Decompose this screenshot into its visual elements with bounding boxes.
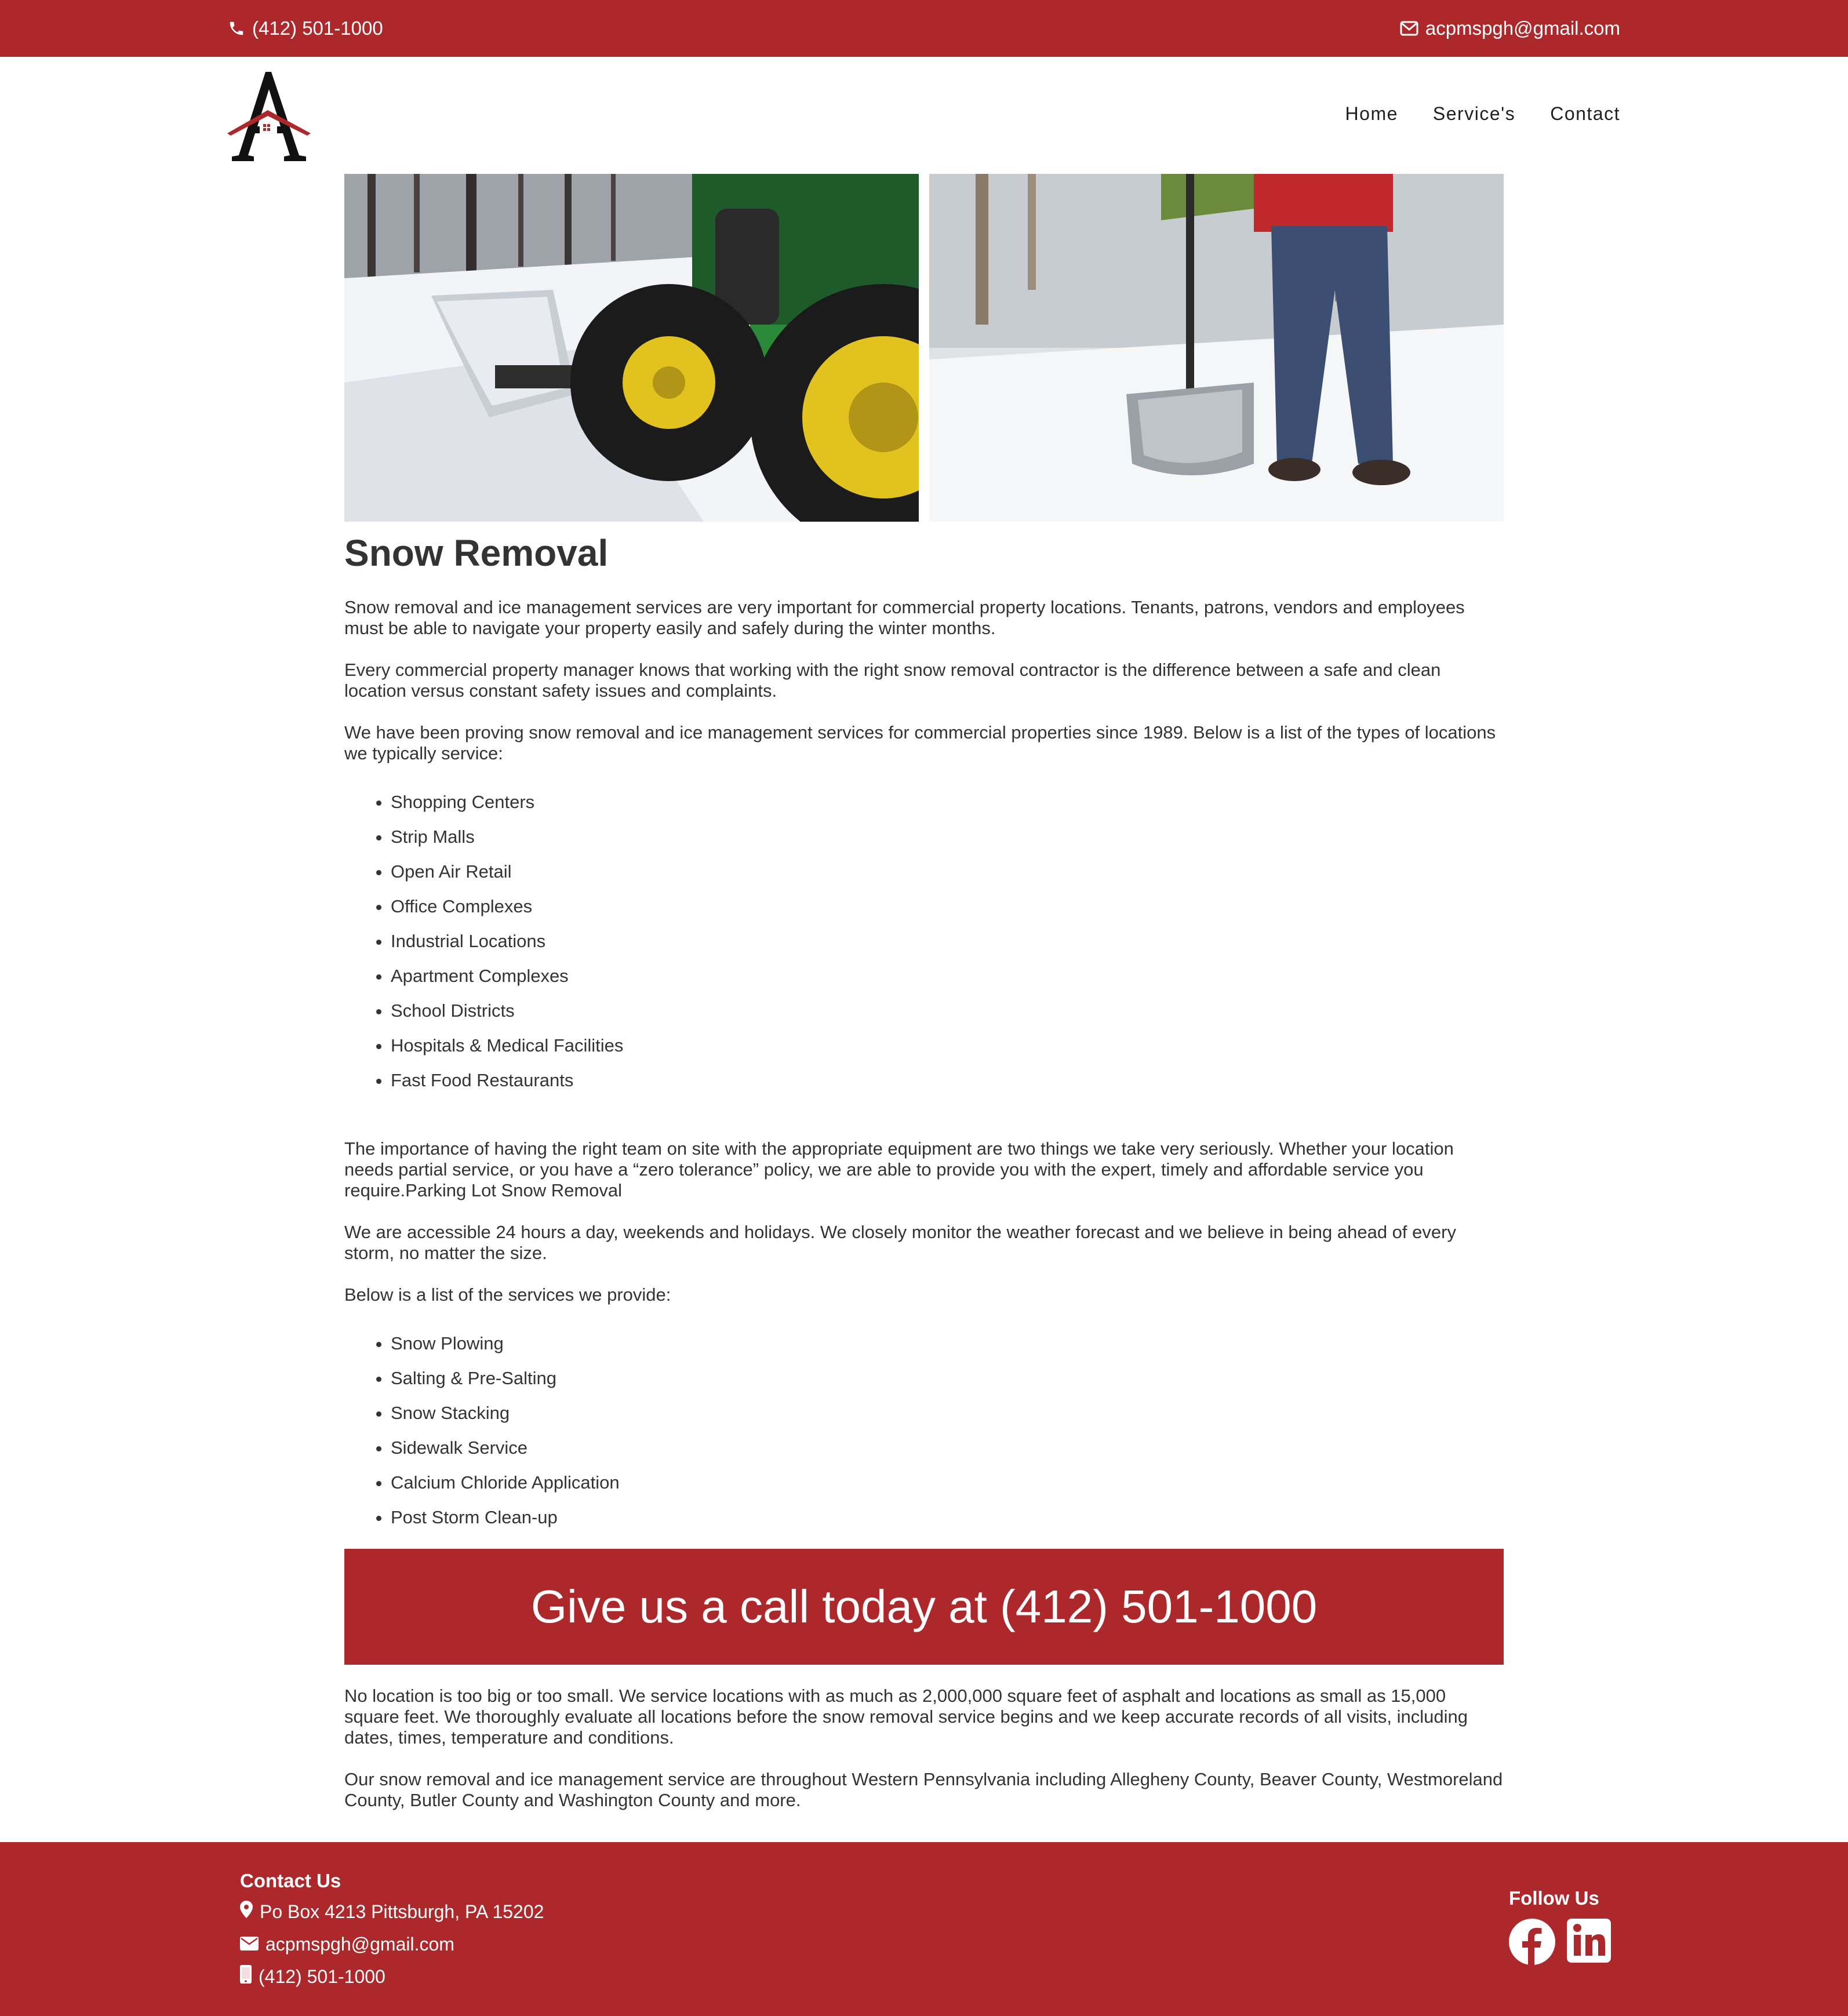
map-pin-icon [240, 1901, 253, 1923]
footer-email-text: acpmspgh@gmail.com [265, 1933, 454, 1955]
follow-us-heading: Follow Us [1509, 1887, 1599, 1909]
cta-text: Give us a call today at (412) 501-1000 [530, 1581, 1318, 1632]
footer-address: Po Box 4213 Pittsburgh, PA 15202 [240, 1900, 544, 1923]
footer-phone-text: (412) 501-1000 [259, 1966, 385, 1987]
list-item: Fast Food Restaurants [391, 1070, 1504, 1091]
list-item: Apartment Complexes [391, 966, 1504, 987]
topbar-phone-text: (412) 501-1000 [252, 17, 383, 39]
topbar-phone[interactable]: (412) 501-1000 [228, 0, 383, 57]
call-to-action-banner[interactable]: Give us a call today at (412) 501-1000 [344, 1549, 1504, 1665]
snow-plow-tractor-image [344, 174, 919, 522]
list-item: Sidewalk Service [391, 1438, 1504, 1458]
list-item: Shopping Centers [391, 792, 1504, 813]
locations-list: Shopping Centers Strip Malls Open Air Re… [344, 792, 1504, 1091]
intro-paragraph-3: We have been proving snow removal and ic… [344, 722, 1496, 763]
end-paragraph-1: No location is too big or too small. We … [344, 1686, 1468, 1748]
middle-paragraph-2: We are accessible 24 hours a day, weeken… [344, 1222, 1456, 1263]
end-paragraph-2: Our snow removal and ice management serv… [344, 1769, 1503, 1810]
letter-a-house-logo[interactable] [227, 68, 311, 162]
page-title: Snow Removal [344, 532, 609, 574]
list-item: Industrial Locations [391, 931, 1504, 952]
mobile-phone-icon [240, 1965, 252, 1988]
envelope-icon [1400, 21, 1418, 36]
main-content: Snow Removal Snow removal and ice manage… [344, 529, 1504, 1832]
nav-item-home[interactable]: Home [1345, 103, 1398, 125]
footer: Contact Us Po Box 4213 Pittsburgh, PA 15… [0, 1842, 1848, 2016]
intro-paragraph-2: Every commercial property manager knows … [344, 660, 1441, 701]
list-item: Open Air Retail [391, 861, 1504, 882]
middle-paragraph-3: Below is a list of the services we provi… [344, 1284, 671, 1305]
intro-paragraph-1: Snow removal and ice management services… [344, 597, 1465, 638]
list-item: Hospitals & Medical Facilities [391, 1035, 1504, 1056]
snow-shovel-person-image [929, 174, 1504, 522]
list-item: Snow Stacking [391, 1403, 1504, 1424]
facebook-icon[interactable] [1509, 1919, 1555, 1965]
nav-item-contact[interactable]: Contact [1550, 103, 1620, 125]
footer-address-text: Po Box 4213 Pittsburgh, PA 15202 [260, 1901, 544, 1922]
footer-phone[interactable]: (412) 501-1000 [240, 1965, 385, 1988]
list-item: Post Storm Clean-up [391, 1507, 1504, 1528]
services-list: Snow Plowing Salting & Pre-Salting Snow … [344, 1333, 1504, 1528]
social-links [1509, 1919, 1611, 1965]
list-item: Strip Malls [391, 827, 1504, 847]
list-item: Salting & Pre-Salting [391, 1368, 1504, 1389]
topbar-email[interactable]: acpmspgh@gmail.com [1400, 0, 1620, 57]
phone-icon [228, 20, 245, 37]
footer-contact-heading: Contact Us [240, 1870, 341, 1891]
list-item: Snow Plowing [391, 1333, 1504, 1354]
list-item: School Districts [391, 1000, 1504, 1021]
linkedin-icon[interactable] [1567, 1919, 1611, 1965]
main-nav: Home Service's Contact [1345, 97, 1620, 130]
footer-email[interactable]: acpmspgh@gmail.com [240, 1933, 454, 1956]
nav-item-services[interactable]: Service's [1433, 103, 1515, 125]
list-item: Office Complexes [391, 896, 1504, 917]
list-item: Calcium Chloride Application [391, 1472, 1504, 1493]
middle-paragraph-1: The importance of having the right team … [344, 1138, 1454, 1200]
envelope-icon [240, 1934, 259, 1955]
topbar-email-text: acpmspgh@gmail.com [1425, 17, 1620, 39]
top-contact-bar: (412) 501-1000 acpmspgh@gmail.com [0, 0, 1848, 57]
